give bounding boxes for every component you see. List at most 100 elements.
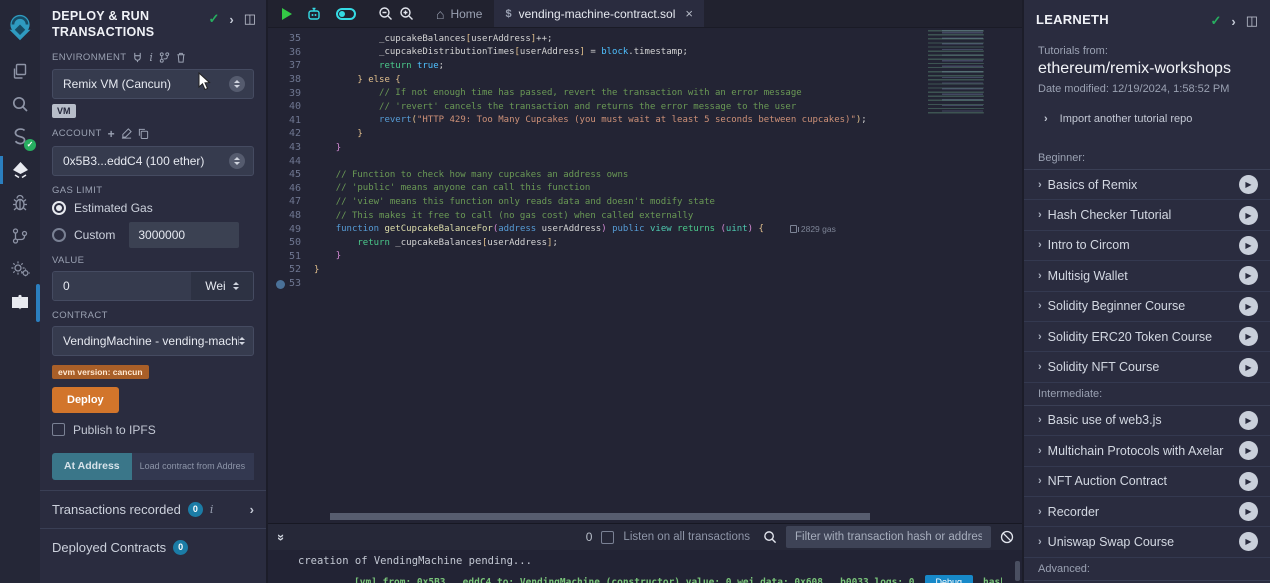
value-unit-select[interactable]: Wei: [191, 272, 253, 300]
code-line: 43 }: [268, 141, 1022, 155]
tab-vending-machine-contract[interactable]: $ vending-machine-contract.sol ×: [494, 0, 703, 27]
search-icon[interactable]: [0, 89, 40, 119]
play-tutorial-button[interactable]: ▶: [1239, 411, 1258, 430]
fork-state-icon[interactable]: [159, 52, 170, 63]
play-tutorial-button[interactable]: ▶: [1239, 236, 1258, 255]
info-icon[interactable]: i: [149, 51, 153, 64]
play-tutorial-button[interactable]: ▶: [1239, 175, 1258, 194]
play-tutorial-button[interactable]: ▶: [1239, 206, 1258, 225]
play-tutorial-button[interactable]: ▶: [1239, 532, 1258, 551]
delete-state-icon[interactable]: [176, 52, 186, 63]
terminal-collapse-icon[interactable]: »: [274, 533, 289, 540]
copy-address-icon[interactable]: [138, 128, 149, 139]
zoom-in-icon[interactable]: [399, 6, 414, 21]
remix-logo[interactable]: [0, 8, 40, 48]
collapse-panel-icon[interactable]: ›: [229, 12, 233, 27]
plug-icon[interactable]: [132, 52, 143, 63]
line-number[interactable]: 41: [268, 115, 314, 126]
tutorial-item[interactable]: ›Solidity ERC20 Token Course▶: [1024, 322, 1270, 352]
publish-ipfs-checkbox[interactable]: [52, 423, 65, 436]
line-number[interactable]: 48: [268, 210, 314, 221]
estimated-gas-radio[interactable]: Estimated Gas: [52, 201, 254, 215]
tutorial-item[interactable]: ›Multichain Protocols with Axelar▶: [1024, 436, 1270, 466]
play-tutorial-button[interactable]: ▶: [1239, 441, 1258, 460]
custom-gas-radio[interactable]: Custom: [52, 222, 254, 248]
file-explorer-icon[interactable]: [0, 56, 40, 86]
play-tutorial-button[interactable]: ▶: [1239, 472, 1258, 491]
zoom-out-icon[interactable]: [378, 6, 393, 21]
tutorial-item[interactable]: ›NFT Auction Contract▶: [1024, 467, 1270, 497]
line-number[interactable]: 49: [268, 224, 314, 235]
line-number[interactable]: 52: [268, 264, 314, 275]
environment-select[interactable]: Remix VM (Cancun): [52, 69, 254, 99]
custom-gas-input[interactable]: [129, 222, 239, 248]
git-icon[interactable]: [0, 221, 40, 251]
terminal-filter-input[interactable]: [786, 526, 991, 548]
listen-all-checkbox[interactable]: [601, 531, 614, 544]
collapse-panel-icon[interactable]: ›: [1231, 14, 1235, 29]
pin-panel-icon[interactable]: ◫: [1246, 13, 1258, 29]
play-tutorial-button[interactable]: ▶: [1239, 358, 1258, 377]
line-number[interactable]: 45: [268, 169, 314, 180]
tutorial-item[interactable]: ›Recorder▶: [1024, 497, 1270, 527]
debugger-icon[interactable]: [0, 188, 40, 218]
line-number[interactable]: 47: [268, 196, 314, 207]
line-number[interactable]: 50: [268, 237, 314, 248]
breakpoint-dot[interactable]: [276, 280, 285, 289]
contract-select[interactable]: VendingMachine - vending-machin: [52, 326, 254, 356]
line-number[interactable]: 42: [268, 128, 314, 139]
tutorial-item[interactable]: ›Multisig Wallet▶: [1024, 261, 1270, 291]
tutorial-item[interactable]: ›Basic use of web3.js▶: [1024, 406, 1270, 436]
copilot-toggle[interactable]: [336, 8, 356, 20]
line-number[interactable]: 46: [268, 183, 314, 194]
value-input[interactable]: [53, 272, 191, 300]
tutorial-item[interactable]: ›Intro to Circom▶: [1024, 231, 1270, 261]
tab-home[interactable]: ⌂ Home: [424, 0, 494, 27]
solidity-compiler-icon[interactable]: ✓: [0, 122, 40, 152]
publish-ipfs-row[interactable]: Publish to IPFS: [52, 423, 254, 437]
line-number[interactable]: 37: [268, 60, 314, 71]
debug-button[interactable]: Debug: [925, 575, 974, 583]
line-number[interactable]: 43: [268, 142, 314, 153]
editor-horizontal-scrollbar[interactable]: [330, 513, 870, 520]
line-number[interactable]: 40: [268, 101, 314, 112]
line-number[interactable]: 53: [268, 278, 314, 289]
line-number[interactable]: 35: [268, 33, 314, 44]
learneth-icon[interactable]: [0, 287, 40, 317]
account-select[interactable]: 0x5B3...eddC4 (100 ether): [52, 146, 254, 176]
tutorial-item[interactable]: ›Solidity NFT Course▶: [1024, 352, 1270, 382]
line-number[interactable]: 51: [268, 251, 314, 262]
line-number[interactable]: 36: [268, 47, 314, 58]
at-address-button[interactable]: At Address: [52, 453, 132, 480]
code-text: // 'revert' cancels the transaction and …: [314, 102, 796, 112]
pin-panel-icon[interactable]: ◫: [244, 11, 256, 27]
transactions-recorded-row[interactable]: Transactions recorded 0 i ›: [40, 490, 266, 528]
tutorial-item[interactable]: ›Basics of Remix▶: [1024, 170, 1270, 200]
play-tutorial-button[interactable]: ▶: [1239, 266, 1258, 285]
close-tab-icon[interactable]: ×: [685, 6, 693, 21]
run-script-icon[interactable]: [282, 8, 292, 20]
code-editor[interactable]: 35 _cupcakeBalances[userAddress]++;36 _c…: [268, 28, 1022, 523]
play-tutorial-button[interactable]: ▶: [1239, 297, 1258, 316]
deploy-run-icon[interactable]: [0, 155, 40, 185]
play-tutorial-button[interactable]: ▶: [1239, 502, 1258, 521]
play-tutorial-button[interactable]: ▶: [1239, 327, 1258, 346]
add-account-icon[interactable]: +: [108, 127, 115, 141]
info-icon[interactable]: i: [210, 503, 214, 516]
settings-icon[interactable]: [0, 254, 40, 284]
line-number[interactable]: 44: [268, 156, 314, 167]
sign-message-icon[interactable]: [121, 128, 132, 139]
tutorial-item[interactable]: ›Solidity Beginner Course▶: [1024, 292, 1270, 322]
deploy-button[interactable]: Deploy: [52, 387, 119, 413]
terminal-scrollbar[interactable]: [1015, 561, 1020, 581]
at-address-input[interactable]: [132, 453, 254, 480]
expand-icon[interactable]: ›: [250, 502, 254, 517]
tutorial-item[interactable]: ›Uniswap Swap Course▶: [1024, 527, 1270, 557]
import-tutorial-repo[interactable]: › Import another tutorial repo: [1038, 111, 1256, 125]
line-number[interactable]: 39: [268, 88, 314, 99]
ai-copilot-icon[interactable]: [306, 7, 322, 21]
editor-minimap[interactable]: [922, 30, 1012, 116]
line-number[interactable]: 38: [268, 74, 314, 85]
tutorial-item[interactable]: ›Hash Checker Tutorial▶: [1024, 200, 1270, 230]
clear-console-icon[interactable]: [1000, 530, 1014, 544]
